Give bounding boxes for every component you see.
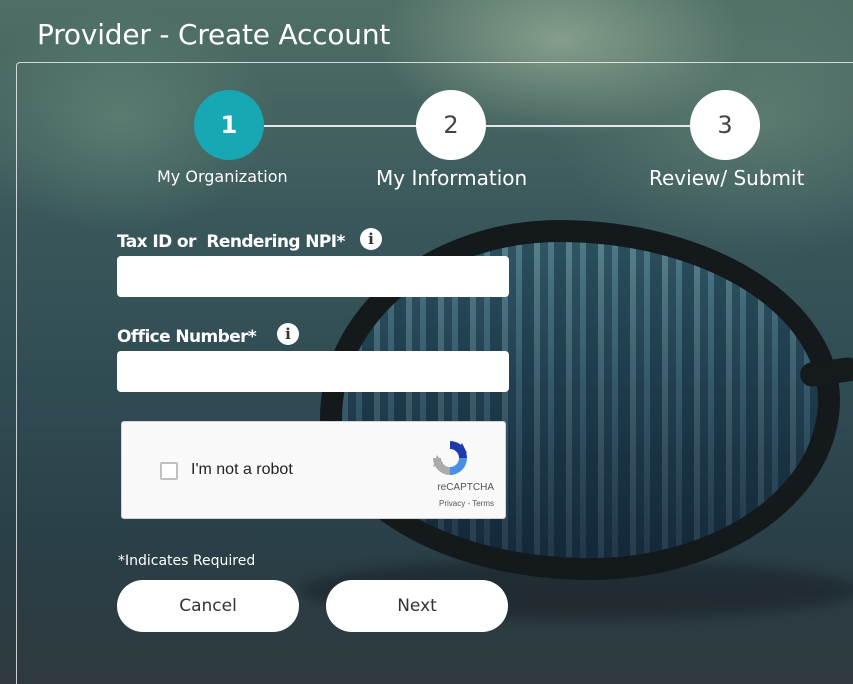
recaptcha-checkbox-label: I'm not a robot xyxy=(191,461,293,478)
recaptcha-brand: reCAPTCHA xyxy=(437,482,494,493)
recaptcha-links[interactable]: Privacy - Terms xyxy=(122,499,494,508)
recaptcha-icon xyxy=(433,441,467,475)
office-number-label: Office Number* xyxy=(117,327,257,347)
info-icon[interactable]: i xyxy=(277,323,299,345)
office-number-input[interactable] xyxy=(117,351,509,392)
step-2-circle[interactable]: 2 xyxy=(416,90,486,160)
cancel-button[interactable]: Cancel xyxy=(117,580,299,632)
next-button[interactable]: Next xyxy=(326,580,508,632)
step-3-label: Review/ Submit xyxy=(649,166,805,190)
recaptcha-widget: I'm not a robot reCAPTCHA Privacy - Term… xyxy=(121,421,506,519)
tax-id-input[interactable] xyxy=(117,256,509,297)
page-title: Provider - Create Account xyxy=(37,18,391,51)
step-3-circle[interactable]: 3 xyxy=(690,90,760,160)
step-connector xyxy=(482,125,694,127)
step-2-label: My Information xyxy=(376,166,528,190)
tax-id-label: Tax ID or Rendering NPI* xyxy=(117,232,345,252)
step-connector xyxy=(260,125,420,127)
step-1-circle[interactable]: 1 xyxy=(194,90,264,160)
required-note: *Indicates Required xyxy=(118,553,256,569)
info-icon[interactable]: i xyxy=(360,228,382,250)
step-1-label: My Organization xyxy=(157,167,288,186)
recaptcha-checkbox[interactable] xyxy=(160,462,178,480)
